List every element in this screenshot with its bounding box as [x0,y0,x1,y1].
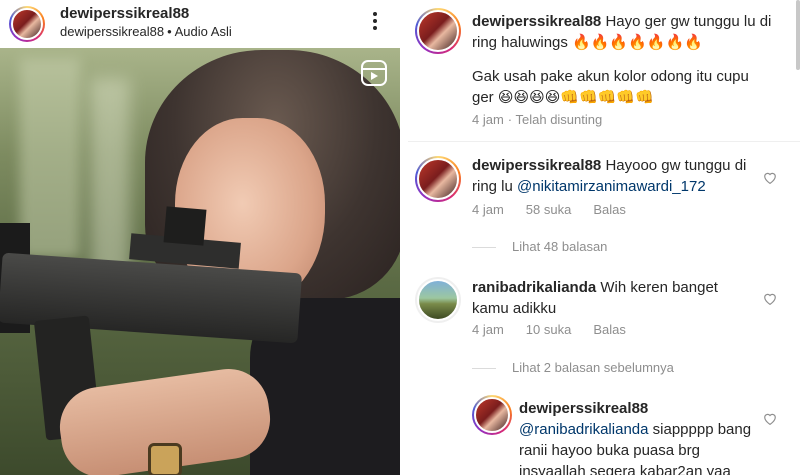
caption-time[interactable]: 4 jam [472,112,504,127]
view-replies-label: Lihat 48 balasan [512,239,608,254]
comment-username[interactable]: dewiperssikreal88 [472,157,601,174]
rifle-sight [163,206,207,246]
post-username[interactable]: dewiperssikreal88 [60,5,189,22]
caption-meta: 4 jam · Telah disunting [472,112,618,127]
replies-line [472,247,496,249]
heart-icon[interactable] [763,412,777,425]
reply-button[interactable]: Balas [593,322,626,337]
caption-username[interactable]: dewiperssikreal88 [472,13,601,30]
comment-likes[interactable]: 58 suka [526,202,572,217]
more-options-icon[interactable] [366,10,384,32]
post-panel: dewiperssikreal88 dewiperssikreal88 • Audi… [0,0,400,475]
replies-line [472,368,496,370]
heart-icon[interactable] [763,171,777,184]
caption-avatar[interactable] [415,8,461,54]
view-replies-button[interactable]: Lihat 48 balasan [472,239,607,254]
reply-button[interactable]: Balas [593,202,626,217]
reply-text: dewiperssikreal88 @ranibadrikalianda sia… [519,398,759,475]
caption-divider [408,141,800,142]
comment-meta: 4 jam 10 suka Balas [472,322,642,337]
comment-text: dewiperssikreal88 Hayooo gw tunggu di ri… [472,155,762,197]
scrollbar[interactable] [796,0,800,70]
heart-icon[interactable] [763,292,777,305]
caption-edited: · Telah disunting [507,112,603,127]
post-header: dewiperssikreal88 dewiperssikreal88 • Audi… [0,0,400,48]
comment-time[interactable]: 4 jam [472,202,504,217]
comment-text: ranibadrikalianda Wih keren banget kamu … [472,277,732,319]
comment-time[interactable]: 4 jam [472,322,504,337]
reply-mention[interactable]: @ranibadrikalianda [519,421,648,438]
reply-username[interactable]: dewiperssikreal88 [519,398,759,419]
audio-link[interactable]: Audio Asli [175,24,232,39]
wristwatch [148,443,182,475]
comment-avatar[interactable] [415,277,461,323]
comment-likes[interactable]: 10 suka [526,322,572,337]
comment-meta: 4 jam 58 suka Balas [472,202,642,217]
subtitle-separator: • [167,24,172,39]
comment-avatar[interactable] [415,156,461,202]
comment-mention[interactable]: @nikitamirzanimawardi_172 [517,178,706,195]
view-replies-button[interactable]: Lihat 2 balasan sebelumnya [472,360,674,375]
post-media[interactable] [0,48,400,475]
caption-line2: Gak usah pake akun kolor odong itu cupu … [472,68,749,106]
reply-avatar[interactable] [472,395,512,435]
post-avatar[interactable] [9,6,45,42]
panel-gap [400,0,408,475]
comments-panel[interactable]: dewiperssikreal88 Hayo ger gw tunggu lu … [408,0,800,475]
post-subtitle-user[interactable]: dewiperssikreal88 [60,24,164,39]
view-replies-label: Lihat 2 balasan sebelumnya [512,360,674,375]
caption-text: dewiperssikreal88 Hayo ger gw tunggu lu … [472,11,772,53]
post-subtitle: dewiperssikreal88 • Audio Asli [60,24,232,39]
reels-icon [361,60,387,86]
comment-username[interactable]: ranibadrikalianda [472,279,596,296]
